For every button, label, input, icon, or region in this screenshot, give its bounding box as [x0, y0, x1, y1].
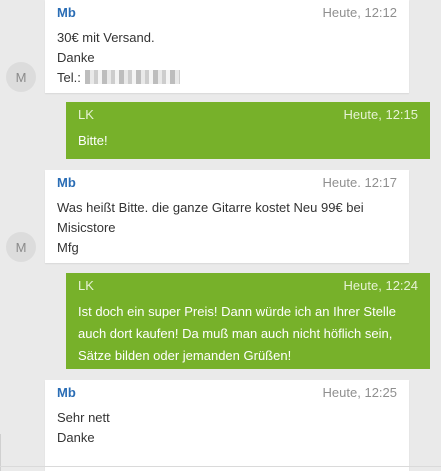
divider: [0, 466, 441, 467]
message-line: 30€ mit Versand.: [57, 30, 155, 45]
message-body: Sehr nett Danke: [57, 408, 397, 448]
message-line: Misicstore: [57, 220, 116, 235]
sender-name[interactable]: Mb: [57, 175, 76, 190]
message-header: Mb Heute, 12:25: [57, 385, 397, 400]
message-body: Bitte!: [78, 130, 418, 152]
message-time: Heute. 12:17: [322, 175, 397, 190]
message-body: Ist doch ein super Preis! Dann würde ich…: [78, 301, 418, 367]
message-outgoing: LK Heute, 12:15 Bitte!: [66, 102, 430, 159]
message-body: 30€ mit Versand. Danke Tel.:: [57, 28, 397, 88]
chat-thread: Mb Heute, 12:12 30€ mit Versand. Danke T…: [0, 0, 441, 471]
message-line: Danke: [57, 430, 95, 445]
avatar[interactable]: M: [6, 62, 36, 92]
message-line: Bitte!: [78, 133, 108, 148]
message-header: LK Heute, 12:15: [78, 107, 418, 122]
sender-name: LK: [78, 107, 94, 122]
avatar[interactable]: M: [6, 232, 36, 262]
message-line: Sehr nett: [57, 410, 110, 425]
message-time: Heute, 12:12: [322, 5, 397, 20]
sender-name: LK: [78, 278, 94, 293]
sender-name[interactable]: Mb: [57, 5, 76, 20]
message-line: Ist doch ein super Preis! Dann würde ich…: [78, 304, 396, 319]
message-line: Tel.:: [57, 68, 397, 88]
message-line: Danke: [57, 50, 95, 65]
message-line: Sätze bilden oder jemanden Grüßen!: [78, 348, 292, 363]
redacted-phone-number: [84, 70, 180, 84]
sender-name[interactable]: Mb: [57, 385, 76, 400]
message-incoming: Mb Heute. 12:17 Was heißt Bitte. die gan…: [45, 170, 409, 263]
message-header: Mb Heute, 12:12: [57, 5, 397, 20]
message-header: LK Heute, 12:24: [78, 278, 418, 293]
message-line: Mfg: [57, 240, 79, 255]
message-time: Heute, 12:15: [343, 107, 418, 122]
message-incoming: Mb Heute, 12:12 30€ mit Versand. Danke T…: [45, 0, 409, 93]
message-header: Mb Heute. 12:17: [57, 175, 397, 190]
message-time: Heute, 12:25: [322, 385, 397, 400]
phone-label: Tel.:: [57, 70, 81, 85]
message-time: Heute, 12:24: [343, 278, 418, 293]
message-line: auch dort kaufen! Da muß man auch nicht …: [78, 326, 393, 341]
message-line: Was heißt Bitte. die ganze Gitarre koste…: [57, 200, 364, 215]
message-body: Was heißt Bitte. die ganze Gitarre koste…: [57, 198, 397, 258]
message-incoming: Mb Heute, 12:25 Sehr nett Danke: [45, 380, 409, 471]
message-outgoing: LK Heute, 12:24 Ist doch ein super Preis…: [66, 273, 430, 369]
